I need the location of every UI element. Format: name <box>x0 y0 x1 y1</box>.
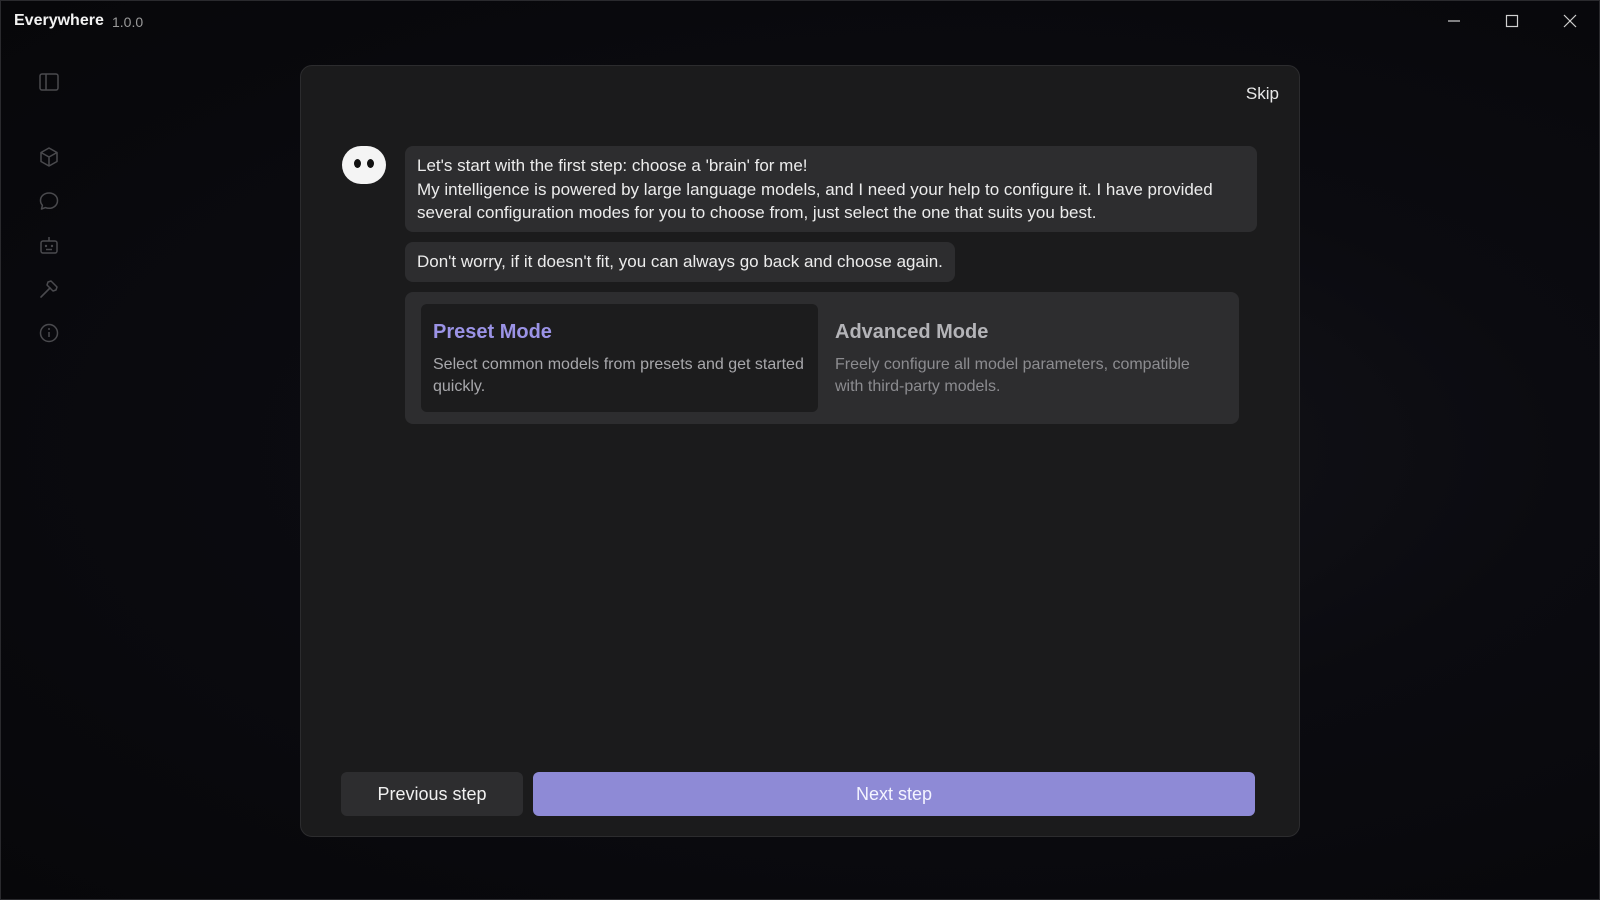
robot-icon <box>40 237 58 254</box>
sidebar-item-models[interactable] <box>37 145 61 169</box>
mode-description: Select common models from presets and ge… <box>433 356 804 395</box>
minimize-button[interactable] <box>1425 1 1483 41</box>
close-button[interactable] <box>1541 1 1599 41</box>
minimize-icon <box>1448 20 1460 22</box>
mode-title: Advanced Mode <box>835 321 989 343</box>
onboarding-dialog: Skip Let's start with the first step: ch… <box>300 65 1300 837</box>
avatar-right-eye <box>367 159 374 168</box>
maximize-button[interactable] <box>1483 1 1541 41</box>
sidebar-toggle-button[interactable] <box>37 70 61 94</box>
message-bubble: Don't worry, if it doesn't fit, you can … <box>405 242 955 282</box>
mode-selector: Preset Mode Select common models from pr… <box>405 292 1239 424</box>
sidebar-item-tools[interactable] <box>37 277 61 301</box>
mode-description: Freely configure all model parameters, c… <box>835 356 1190 395</box>
sidebar-item-assistant[interactable] <box>37 233 61 257</box>
mode-title: Preset Mode <box>433 321 552 343</box>
chat-icon <box>39 192 59 210</box>
tools-icon <box>40 280 58 298</box>
advanced-mode-card[interactable]: Advanced Mode Freely configure all model… <box>823 304 1220 412</box>
close-icon <box>1563 14 1577 28</box>
message-text: Let's start with the first step: choose … <box>417 156 1213 222</box>
skip-button[interactable]: Skip <box>1246 84 1279 104</box>
title-bar: Everywhere 1.0.0 <box>1 1 1599 41</box>
preset-mode-card[interactable]: Preset Mode Select common models from pr… <box>421 304 818 412</box>
maximize-icon <box>1505 14 1519 28</box>
app-title: Everywhere <box>14 12 104 29</box>
app-window: Everywhere 1.0.0 Skip Let's start with t… <box>0 0 1600 900</box>
next-step-button[interactable]: Next step <box>533 772 1255 816</box>
app-version: 1.0.0 <box>112 14 144 30</box>
assistant-avatar <box>342 146 386 184</box>
sidebar-toggle-icon <box>39 73 59 91</box>
info-icon <box>39 323 59 343</box>
avatar-left-eye <box>354 159 361 168</box>
previous-step-button[interactable]: Previous step <box>341 772 523 816</box>
message-text: Don't worry, if it doesn't fit, you can … <box>417 252 943 271</box>
cube-icon <box>40 147 58 167</box>
sidebar-item-chat[interactable] <box>37 189 61 213</box>
sidebar <box>1 41 97 899</box>
message-bubble: Let's start with the first step: choose … <box>405 146 1257 232</box>
sidebar-item-about[interactable] <box>37 321 61 345</box>
